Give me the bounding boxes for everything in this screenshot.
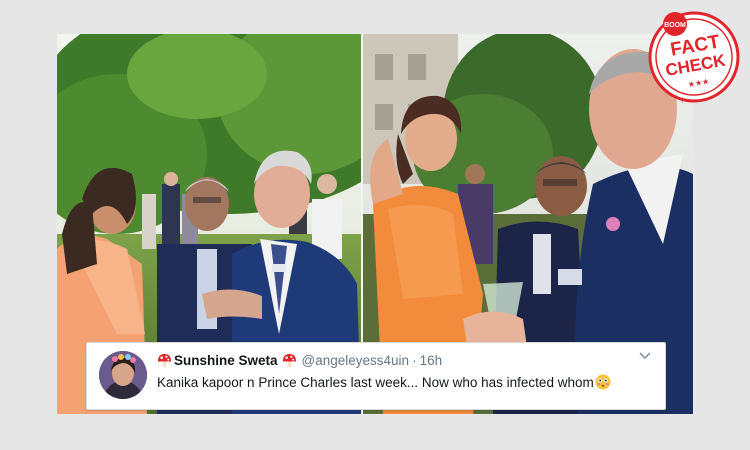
user-handle[interactable]: @angeleyess4uin: [302, 353, 410, 368]
tweet-text-row: Kanika kapoor n Prince Charles last week…: [157, 374, 611, 390]
tweet-text: Kanika kapoor n Prince Charles last week…: [157, 374, 594, 390]
flushed-face-emoji-icon: [595, 374, 611, 390]
mushroom-emoji-icon: [157, 353, 172, 367]
tweet-card[interactable]: Sunshine Sweta @angeleyess4uin · 16h Kan…: [86, 342, 666, 410]
mushroom-emoji-icon: [282, 353, 296, 367]
chevron-down-icon[interactable]: [639, 352, 651, 360]
display-name[interactable]: Sunshine Sweta: [174, 353, 278, 368]
separator-dot: ·: [412, 352, 417, 368]
tweet-header: Sunshine Sweta @angeleyess4uin · 16h: [157, 351, 442, 369]
fact-check-stamp: FACT CHECK ★★★ BOOM: [648, 11, 740, 103]
user-avatar[interactable]: [99, 351, 147, 399]
stamp-brand: BOOM: [664, 22, 686, 29]
tweet-timestamp[interactable]: 16h: [420, 353, 443, 368]
